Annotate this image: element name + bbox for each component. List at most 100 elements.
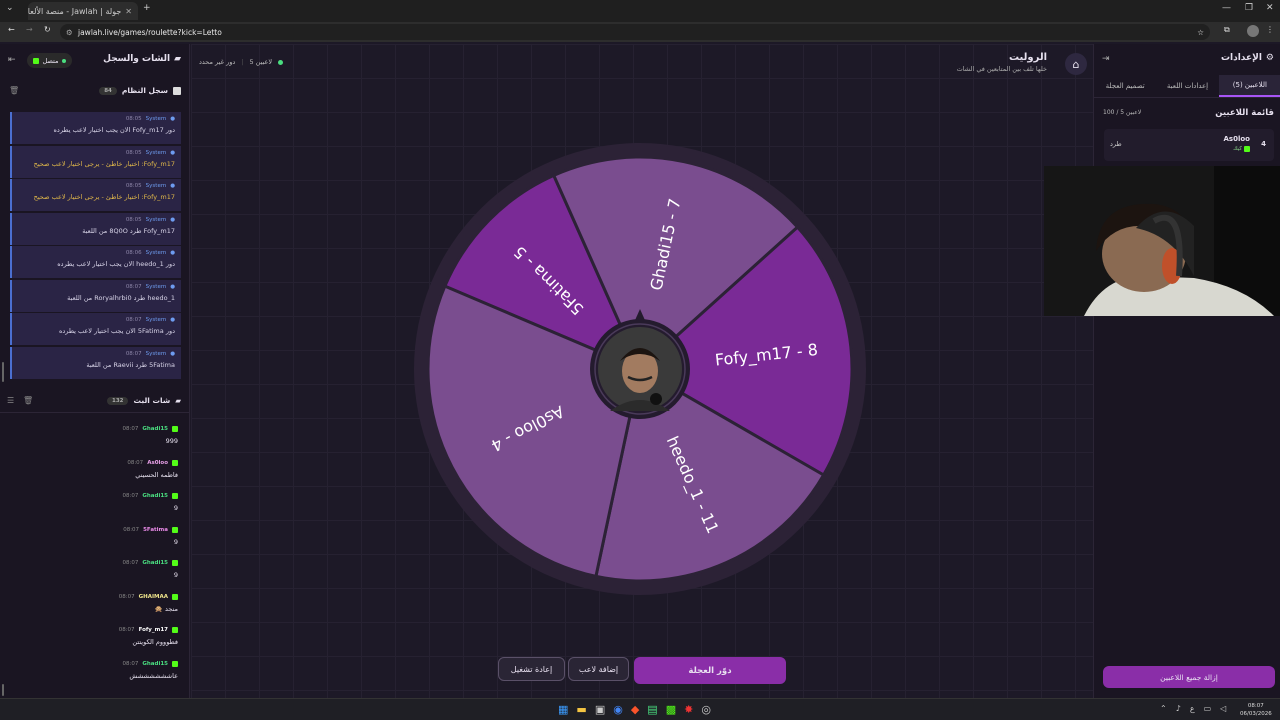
kick-player-button[interactable]: طرد — [1110, 140, 1122, 148]
tab-players[interactable]: اللاعبين (5) — [1218, 75, 1280, 97]
spin-wheel-button[interactable]: دوّر العجلة — [634, 657, 786, 684]
forward-icon[interactable]: → — [26, 25, 33, 34]
kick-icon — [1244, 146, 1250, 152]
chat-meta: Ghadi15 08:07 — [4, 560, 178, 566]
restart-button[interactable]: إعادة تشغيل — [498, 657, 565, 681]
info-icon: ● — [170, 149, 175, 156]
back-icon[interactable]: ← — [8, 25, 15, 34]
file-explorer-icon[interactable]: ▬ — [576, 703, 586, 716]
chat-header: ▰ شات البث 132 — [107, 396, 181, 405]
chrome-icon[interactable]: ◉ — [613, 703, 623, 716]
taskbar-apps: ▦ ▬ ▣ ◉ ◆ ▤ ▩ ✸ ◎ — [558, 703, 711, 716]
kick-app-icon[interactable]: ▩ — [666, 703, 676, 716]
tab-game-settings[interactable]: إعدادات اللعبة — [1156, 75, 1218, 97]
log-time: 08:05 — [125, 116, 142, 122]
trash-icon[interactable]: 🗑 — [9, 86, 19, 95]
filter-icon[interactable]: ☰ — [7, 396, 14, 405]
app-icon[interactable]: ▤ — [647, 703, 657, 716]
log-meta: ● System 08:06 — [18, 250, 175, 256]
url-field[interactable]: ⚙ jawlah.live/games/roulette?kick=Letto … — [60, 24, 1210, 40]
collapse-panel-icon[interactable]: ⇤ — [8, 55, 16, 65]
extensions-icon[interactable]: ⧉ — [1224, 25, 1230, 35]
chevron-up-icon[interactable]: ⌃ — [1160, 704, 1167, 713]
system-log-item: ● System 08:05 Fofy_m17 طرد 8Q0O من اللعبة — [10, 212, 181, 245]
site-info-icon[interactable]: ⚙ — [66, 28, 73, 37]
chat-time: 08:07 — [122, 560, 139, 566]
remove-all-players-button[interactable]: إزالة جميع اللاعبين — [1103, 666, 1275, 688]
browser-menu-icon[interactable]: ⋮ — [1266, 25, 1274, 34]
kick-icon — [172, 526, 178, 533]
mic-icon[interactable]: ♪ — [1176, 704, 1181, 713]
player-row[interactable]: 4 As0loo كيك طرد — [1104, 129, 1274, 161]
chat-username[interactable]: Ghadi15 — [142, 493, 168, 499]
system-log-item: ● System 08:05 Fofy_m17: اختيار خاطئ - يرجى… — [10, 145, 181, 178]
settings-panel: ⇥ ⚙ الإعدادات اللاعبين (5) إعدادات اللعب… — [1044, 44, 1280, 698]
app-icon-2[interactable]: ✸ — [684, 703, 693, 716]
close-tab-icon[interactable]: ✕ — [125, 7, 132, 16]
chat-username[interactable]: Ghadi15 — [142, 426, 168, 432]
tab-wheel-design[interactable]: تصميم العجلة — [1094, 75, 1156, 97]
chat-time: 08:07 — [122, 493, 139, 499]
scrollbar[interactable] — [2, 362, 4, 382]
syslog-header: سجل النظام 84 — [99, 86, 181, 95]
browser-tab[interactable]: ✕ جولة | Jawlah - منصة الألعاب ال... — [28, 2, 138, 20]
chat-meta: GHAIMAA 08:07 — [4, 593, 178, 600]
chat-scrollbar[interactable] — [2, 684, 4, 696]
profile-avatar[interactable] — [1247, 25, 1259, 37]
clock[interactable]: 08:07 06/03/2026 — [1240, 702, 1272, 718]
log-meta: ● System 08:07 — [18, 284, 175, 290]
log-text: 5Fatima طرد Raevii من اللعبة — [86, 360, 175, 369]
player-index: 4 — [1261, 140, 1266, 148]
bookmark-star-icon[interactable]: ☆ — [1197, 28, 1204, 37]
chat-username[interactable]: Ghadi15 — [142, 560, 168, 566]
settings-title: الإعدادات — [1220, 53, 1262, 63]
tab-title: جولة | Jawlah - منصة الألعاب ال... — [28, 6, 122, 16]
player-name: As0loo — [1223, 135, 1250, 143]
log-text: Fofy_m17 طرد 8Q0O من اللعبة — [82, 226, 175, 235]
system-log-item: ● System 08:06 دور heedo_1 الان يجب اختيار … — [10, 246, 181, 278]
kick-icon — [172, 426, 178, 432]
chat-username[interactable]: GHAIMAA — [139, 594, 168, 600]
chat-username[interactable]: Ghadi15 — [142, 661, 168, 667]
system-log-item: ● System 08:05 Fofy_m17: اختيار خاطئ - يرجى… — [10, 179, 181, 211]
chat-username[interactable]: 5Fatima — [143, 527, 168, 533]
log-text: دور 5Fatima الان يجب اختيار لاعب يطرده — [58, 327, 175, 335]
chat-meta: Ghadi15 08:07 — [4, 660, 178, 667]
roulette-wheel[interactable]: 5Fatima - 5 Ghadi15 - 7Fofy_m17 - 8heedo_… — [191, 44, 1093, 698]
monitor-icon[interactable]: ▭ — [1204, 704, 1212, 713]
info-icon: ● — [170, 116, 175, 122]
chat-message: Ghadi15 08:07 عاششششششش — [0, 659, 182, 689]
minimize-icon[interactable]: — — [1222, 3, 1231, 13]
kick-icon — [172, 593, 178, 600]
store-icon[interactable]: ▣ — [595, 703, 605, 716]
info-icon: ● — [170, 283, 175, 290]
log-meta: ● System 08:05 — [18, 150, 175, 156]
volume-icon[interactable]: ◁ — [1220, 704, 1226, 713]
reload-icon[interactable]: ↻ — [44, 25, 51, 34]
log-sender: System — [145, 317, 167, 323]
chat-username[interactable]: Fofy_m17 — [139, 627, 168, 633]
kick-icon — [172, 560, 178, 566]
close-window-icon[interactable]: ✕ — [1266, 3, 1274, 13]
online-dot-icon — [61, 58, 66, 63]
collapse-settings-icon[interactable]: ⇥ — [1102, 54, 1110, 64]
kick-icon — [172, 627, 178, 633]
chat-trash-icon[interactable]: 🗑 — [23, 396, 33, 405]
windows-start-icon[interactable]: ▦ — [558, 703, 568, 716]
tab-menu-icon[interactable]: ⌄ — [6, 3, 14, 13]
url-text: jawlah.live/games/roulette?kick=Letto — [78, 27, 222, 37]
roulette-area: دور غير محدد | 5 لاعبين الروليت خلها تلف… — [191, 44, 1093, 698]
log-sender: System — [145, 116, 167, 122]
chat-username[interactable]: As0loo — [147, 460, 168, 466]
maximize-icon[interactable]: ❐ — [1245, 3, 1253, 13]
chat-time: 08:07 — [122, 660, 139, 667]
log-time: 08:07 — [125, 350, 142, 357]
app-icon-3[interactable]: ◎ — [701, 703, 711, 716]
language-indicator[interactable]: ع — [1190, 704, 1195, 713]
chat-meta: Ghadi15 08:07 — [4, 426, 178, 432]
log-meta: ● System 08:07 — [18, 351, 175, 357]
new-tab-icon[interactable]: + — [143, 3, 151, 13]
system-log-item: ● System 08:05 دور Fofy_m17 الان يجب اختيار… — [10, 112, 181, 144]
brave-icon[interactable]: ◆ — [631, 703, 639, 716]
add-player-button[interactable]: إضافة لاعب — [568, 657, 629, 681]
